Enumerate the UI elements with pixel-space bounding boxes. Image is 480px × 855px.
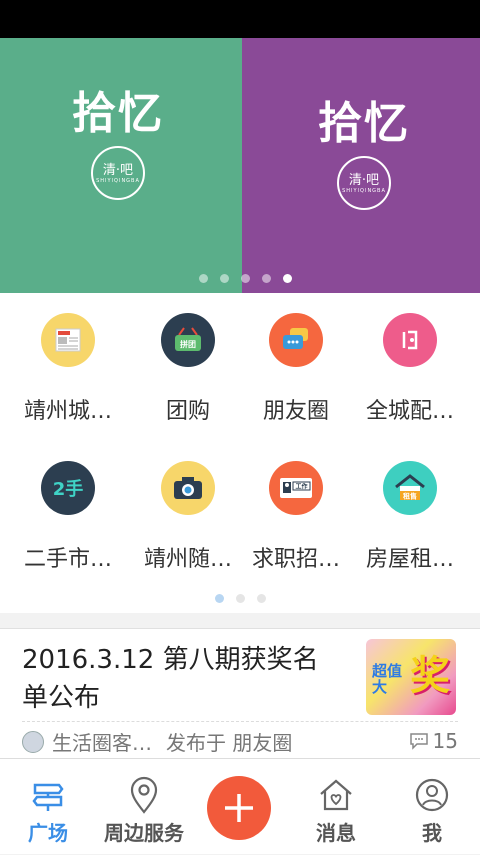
house-heart-icon bbox=[316, 775, 356, 815]
banner-slide: 拾忆 清·吧 SHIYIQINGBA bbox=[242, 38, 480, 293]
thumb-small-text: 超值大 bbox=[372, 662, 403, 696]
banner-dot[interactable] bbox=[219, 274, 229, 283]
tab-messages[interactable]: 消息 bbox=[288, 759, 384, 855]
comment-count-text: 15 bbox=[432, 729, 458, 753]
pager-dot[interactable] bbox=[256, 594, 266, 603]
news-thumbnail: 超值大 奖 bbox=[366, 639, 456, 715]
banner-dot[interactable] bbox=[261, 274, 271, 283]
avatar bbox=[22, 730, 44, 753]
tab-label: 我 bbox=[422, 821, 442, 845]
comment-count[interactable]: 15 bbox=[409, 729, 458, 753]
grid-item-label: 房屋租… bbox=[365, 547, 454, 572]
grid-item-delivery[interactable]: 全城配… bbox=[350, 313, 470, 443]
grid-item-city-news[interactable]: 靖州城… bbox=[8, 313, 128, 443]
grid-item-friends[interactable]: 朋友圈 bbox=[236, 313, 356, 443]
banner-badge: 清·吧 SHIYIQINGBA bbox=[337, 156, 391, 210]
divider bbox=[22, 721, 458, 722]
news-title: 2016.3.12 第八期获奖名单公布 bbox=[22, 645, 319, 713]
badge-subtext: SHIYIQINGBA bbox=[96, 177, 140, 184]
grid-item-rental[interactable]: 租售 房屋租… bbox=[350, 461, 470, 591]
plus-button[interactable] bbox=[207, 776, 271, 840]
house-rent-icon: 租售 bbox=[383, 461, 437, 515]
job-text: 工作 bbox=[295, 483, 307, 491]
secondhand-icon: 2手 bbox=[41, 461, 95, 515]
news-author[interactable]: 生活圈客… bbox=[52, 727, 152, 756]
grid-item-jobs[interactable]: 工作 求职招… bbox=[236, 461, 356, 591]
tab-me[interactable]: 我 bbox=[384, 759, 480, 855]
pager-dot[interactable] bbox=[235, 594, 245, 603]
grid-item-label: 靖州随… bbox=[143, 547, 232, 572]
camera-icon bbox=[161, 461, 215, 515]
grid-item-secondhand[interactable]: 2手 二手市… bbox=[8, 461, 128, 591]
badge-subtext: SHIYIQINGBA bbox=[342, 187, 386, 194]
banner-dot[interactable] bbox=[240, 274, 250, 283]
tab-label: 广场 bbox=[28, 821, 68, 845]
banner-dots bbox=[0, 274, 480, 283]
banner-carousel[interactable]: 拾忆 清·吧 SHIYIQINGBA 拾忆 清·吧 SHIYIQINGBA bbox=[0, 38, 480, 293]
basket-icon: 拼团 bbox=[161, 313, 215, 367]
signpost-icon bbox=[28, 775, 68, 815]
service-grid: 靖州城… 拼团 团购 朋友圈 全城配… 2手 二手市… 靖州随… 工作 求职招…… bbox=[0, 293, 480, 613]
banner-badge: 清·吧 SHIYIQINGBA bbox=[91, 146, 145, 200]
grid-item-label: 全城配… bbox=[365, 399, 454, 424]
thumb-big-text: 奖 bbox=[410, 653, 450, 699]
chat-bubbles-icon bbox=[269, 313, 323, 367]
tab-nearby-services[interactable]: 周边服务 bbox=[96, 759, 192, 855]
newspaper-icon bbox=[41, 313, 95, 367]
status-bar bbox=[0, 0, 480, 38]
pager-dot-active[interactable] bbox=[214, 594, 224, 603]
grid-item-group-buy[interactable]: 拼团 团购 bbox=[128, 313, 248, 443]
news-published-in: 发布于 朋友圈 bbox=[166, 731, 293, 755]
secondhand-text: 2手 bbox=[52, 479, 84, 500]
badge-text: 清·吧 bbox=[102, 162, 134, 178]
banner-title: 拾忆 bbox=[318, 98, 410, 149]
banner-slide: 拾忆 清·吧 SHIYIQINGBA bbox=[0, 38, 242, 293]
grid-item-label: 求职招… bbox=[251, 547, 340, 572]
delivery-icon bbox=[383, 313, 437, 367]
banner-dot-active[interactable] bbox=[282, 274, 292, 283]
job-card-icon: 工作 bbox=[269, 461, 323, 515]
basket-text: 拼团 bbox=[180, 339, 196, 349]
tab-label: 消息 bbox=[316, 821, 356, 845]
plus-icon bbox=[225, 794, 253, 822]
tab-square[interactable]: 广场 bbox=[0, 759, 96, 855]
grid-item-label: 团购 bbox=[165, 399, 210, 424]
news-meta: 生活圈客… 发布于 朋友圈 bbox=[22, 727, 292, 756]
grid-item-snapshot[interactable]: 靖州随… bbox=[128, 461, 248, 591]
location-pin-icon bbox=[124, 775, 164, 815]
rent-text: 租售 bbox=[403, 492, 417, 501]
banner-logo: 拾忆 清·吧 SHIYIQINGBA bbox=[304, 100, 424, 210]
tab-label: 周边服务 bbox=[104, 821, 184, 845]
banner-logo: 拾忆 清·吧 SHIYIQINGBA bbox=[58, 90, 178, 200]
grid-item-label: 靖州城… bbox=[23, 399, 112, 424]
banner-dot[interactable] bbox=[198, 274, 208, 283]
grid-item-label: 朋友圈 bbox=[262, 399, 329, 424]
grid-pager bbox=[0, 594, 480, 603]
banner-title: 拾忆 bbox=[72, 88, 164, 139]
bottom-tab-bar: 广场 周边服务 消息 我 bbox=[0, 758, 480, 854]
comment-icon bbox=[409, 733, 428, 750]
user-icon bbox=[412, 775, 452, 815]
badge-text: 清·吧 bbox=[348, 172, 380, 188]
grid-item-label: 二手市… bbox=[23, 547, 112, 572]
news-card[interactable]: 2016.3.12 第八期获奖名单公布 超值大 奖 生活圈客… 发布于 朋友圈 … bbox=[0, 628, 480, 758]
